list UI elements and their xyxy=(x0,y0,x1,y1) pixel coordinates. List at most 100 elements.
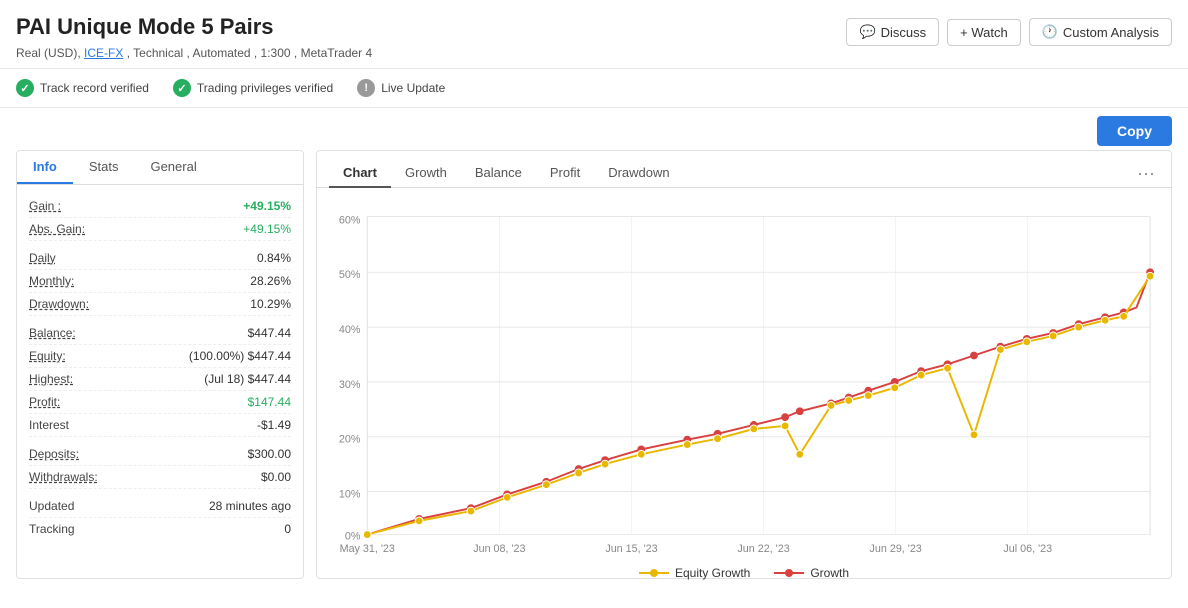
chart-tab-chart[interactable]: Chart xyxy=(329,159,391,188)
gain-value: +49.15% xyxy=(243,199,291,213)
equity-label: Equity: xyxy=(29,349,66,363)
chart-legend: Equity Growth Growth xyxy=(333,558,1155,584)
chart-tab-drawdown[interactable]: Drawdown xyxy=(594,159,683,188)
badge-live-update: ! Live Update xyxy=(357,79,445,97)
clock-icon: 🕐 xyxy=(1042,24,1058,40)
svg-text:60%: 60% xyxy=(339,214,361,226)
tab-stats[interactable]: Stats xyxy=(73,151,135,184)
info-row-profit: Profit: $147.44 xyxy=(29,391,291,414)
svg-text:0%: 0% xyxy=(345,530,361,542)
copy-btn-row: Copy xyxy=(0,108,1188,150)
chart-panel: Chart Growth Balance Profit Drawdown ···… xyxy=(316,150,1172,579)
daily-label: Daily xyxy=(29,251,56,265)
tab-general[interactable]: General xyxy=(134,151,212,184)
svg-text:50%: 50% xyxy=(339,269,361,281)
balance-label: Balance: xyxy=(29,326,76,340)
svg-text:40%: 40% xyxy=(339,324,361,336)
info-row-drawdown: Drawdown: 10.29% xyxy=(29,293,291,316)
growth-legend-label: Growth xyxy=(810,566,849,580)
page-title: PAI Unique Mode 5 Pairs xyxy=(16,14,372,40)
checkmark-icon-track: ✓ xyxy=(16,79,34,97)
info-row-abs-gain: Abs. Gain: +49.15% xyxy=(29,218,291,241)
badge-live-label: Live Update xyxy=(381,81,445,95)
legend-growth: Growth xyxy=(774,566,849,580)
deposits-label: Deposits: xyxy=(29,447,79,461)
updated-value: 28 minutes ago xyxy=(209,499,291,513)
drawdown-label: Drawdown: xyxy=(29,297,89,311)
gain-label: Gain : xyxy=(29,199,61,213)
badge-trading-label: Trading privileges verified xyxy=(197,81,333,95)
updated-label: Updated xyxy=(29,499,74,513)
tab-info[interactable]: Info xyxy=(17,151,73,184)
custom-analysis-button[interactable]: 🕐 Custom Analysis xyxy=(1029,18,1172,46)
drawdown-value: 10.29% xyxy=(250,297,291,311)
balance-value: $447.44 xyxy=(248,326,291,340)
more-options-icon[interactable]: ··· xyxy=(1133,164,1159,182)
info-row-gain: Gain : +49.15% xyxy=(29,195,291,218)
svg-text:Jun 15, '23: Jun 15, '23 xyxy=(605,543,657,555)
info-row-deposits: Deposits: $300.00 xyxy=(29,443,291,466)
chart-tab-profit[interactable]: Profit xyxy=(536,159,594,188)
badge-trading-privileges: ✓ Trading privileges verified xyxy=(173,79,333,97)
svg-text:Jun 22, '23: Jun 22, '23 xyxy=(737,543,789,555)
header: PAI Unique Mode 5 Pairs Real (USD), ICE-… xyxy=(0,0,1188,69)
equity-value: (100.00%) $447.44 xyxy=(189,349,291,363)
deposits-value: $300.00 xyxy=(248,447,291,461)
discuss-button[interactable]: 💬 Discuss xyxy=(846,18,939,46)
chart-tab-growth[interactable]: Growth xyxy=(391,159,461,188)
equity-growth-legend-icon xyxy=(639,567,669,579)
chart-svg: 60% 50% 40% 30% 20% 10% 0% xyxy=(333,198,1155,558)
svg-text:Jul 06, '23: Jul 06, '23 xyxy=(1003,543,1052,555)
info-content: Gain : +49.15% Abs. Gain: +49.15% Daily … xyxy=(17,185,303,550)
header-buttons: 💬 Discuss + Watch 🕐 Custom Analysis xyxy=(846,18,1172,46)
info-row-withdrawals: Withdrawals: $0.00 xyxy=(29,466,291,489)
main-content: Info Stats General Gain : +49.15% Abs. G… xyxy=(0,150,1188,595)
chart-area: 60% 50% 40% 30% 20% 10% 0% xyxy=(317,188,1171,578)
chart-tabs: Chart Growth Balance Profit Drawdown ··· xyxy=(317,151,1171,188)
left-tabs: Info Stats General xyxy=(17,151,303,185)
abs-gain-label: Abs. Gain: xyxy=(29,222,85,236)
svg-text:10%: 10% xyxy=(339,488,361,500)
legend-equity-growth: Equity Growth xyxy=(639,566,750,580)
monthly-value: 28.26% xyxy=(250,274,291,288)
interest-value: -$1.49 xyxy=(257,418,291,432)
info-row-tracking: Tracking 0 xyxy=(29,518,291,540)
growth-legend-icon xyxy=(774,567,804,579)
svg-text:Jun 29, '23: Jun 29, '23 xyxy=(870,543,922,555)
svg-text:Jun 08, '23: Jun 08, '23 xyxy=(473,543,525,555)
abs-gain-value: +49.15% xyxy=(243,222,291,236)
interest-label: Interest xyxy=(29,418,69,432)
daily-value: 0.84% xyxy=(257,251,291,265)
info-row-monthly: Monthly: 28.26% xyxy=(29,270,291,293)
checkmark-icon-trading: ✓ xyxy=(173,79,191,97)
svg-text:May 31, '23: May 31, '23 xyxy=(340,543,395,555)
tracking-label: Tracking xyxy=(29,522,75,536)
info-row-updated: Updated 28 minutes ago xyxy=(29,495,291,518)
info-row-interest: Interest -$1.49 xyxy=(29,414,291,437)
svg-text:20%: 20% xyxy=(339,434,361,446)
chart-svg-container: 60% 50% 40% 30% 20% 10% 0% xyxy=(333,198,1155,558)
svg-text:30%: 30% xyxy=(339,379,361,391)
watch-button[interactable]: + Watch xyxy=(947,19,1021,46)
tracking-value: 0 xyxy=(284,522,291,536)
page-wrapper: PAI Unique Mode 5 Pairs Real (USD), ICE-… xyxy=(0,0,1188,608)
profit-value: $147.44 xyxy=(248,395,291,409)
info-icon-live: ! xyxy=(357,79,375,97)
info-row-balance: Balance: $447.44 xyxy=(29,322,291,345)
copy-button[interactable]: Copy xyxy=(1097,116,1172,146)
header-left: PAI Unique Mode 5 Pairs Real (USD), ICE-… xyxy=(16,14,372,60)
equity-growth-legend-label: Equity Growth xyxy=(675,566,750,580)
highest-value: (Jul 18) $447.44 xyxy=(204,372,291,386)
highest-label: Highest: xyxy=(29,372,73,386)
left-panel: Info Stats General Gain : +49.15% Abs. G… xyxy=(16,150,304,579)
monthly-label: Monthly: xyxy=(29,274,74,288)
badge-track-record: ✓ Track record verified xyxy=(16,79,149,97)
discuss-icon: 💬 xyxy=(859,24,875,40)
badges-row: ✓ Track record verified ✓ Trading privil… xyxy=(0,69,1188,108)
chart-tab-balance[interactable]: Balance xyxy=(461,159,536,188)
subtitle: Real (USD), ICE-FX , Technical , Automat… xyxy=(16,46,372,60)
badge-track-label: Track record verified xyxy=(40,81,149,95)
withdrawals-label: Withdrawals: xyxy=(29,470,98,484)
info-row-equity: Equity: (100.00%) $447.44 xyxy=(29,345,291,368)
icefx-link[interactable]: ICE-FX xyxy=(84,46,123,60)
